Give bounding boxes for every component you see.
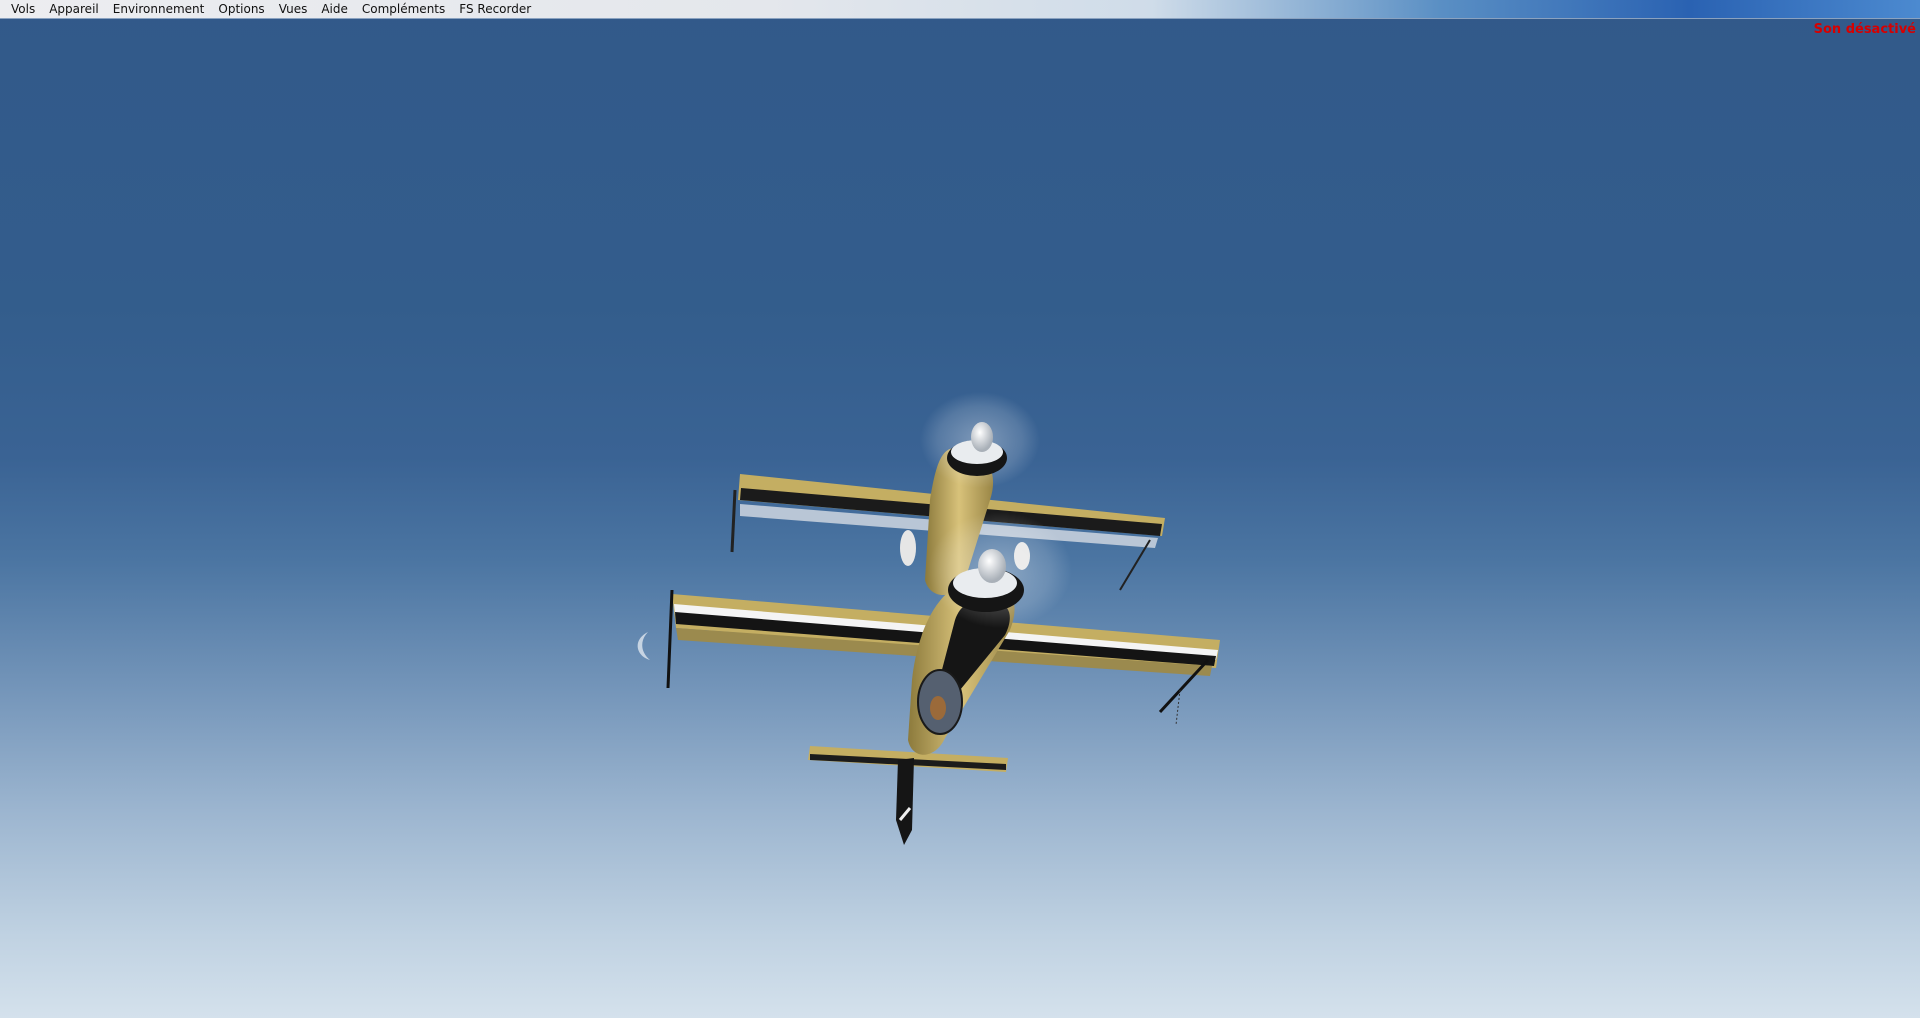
menu-bar: Vols Appareil Environnement Options Vues… [0,0,1920,19]
menu-fs-recorder[interactable]: FS Recorder [452,0,538,19]
menu-environnement[interactable]: Environnement [106,0,212,19]
sound-status-text: Son désactivé [1813,22,1916,37]
sim-viewport[interactable]: Vols Appareil Environnement Options Vues… [0,0,1920,1018]
menu-aide[interactable]: Aide [314,0,355,19]
aircraft-main [637,512,1220,845]
menu-vols[interactable]: Vols [4,0,42,19]
menu-appareil[interactable]: Appareil [42,0,106,19]
menu-vues[interactable]: Vues [272,0,315,19]
menu-complements[interactable]: Compléments [355,0,452,19]
aircraft-scene [637,392,1220,845]
menu-options[interactable]: Options [211,0,271,19]
